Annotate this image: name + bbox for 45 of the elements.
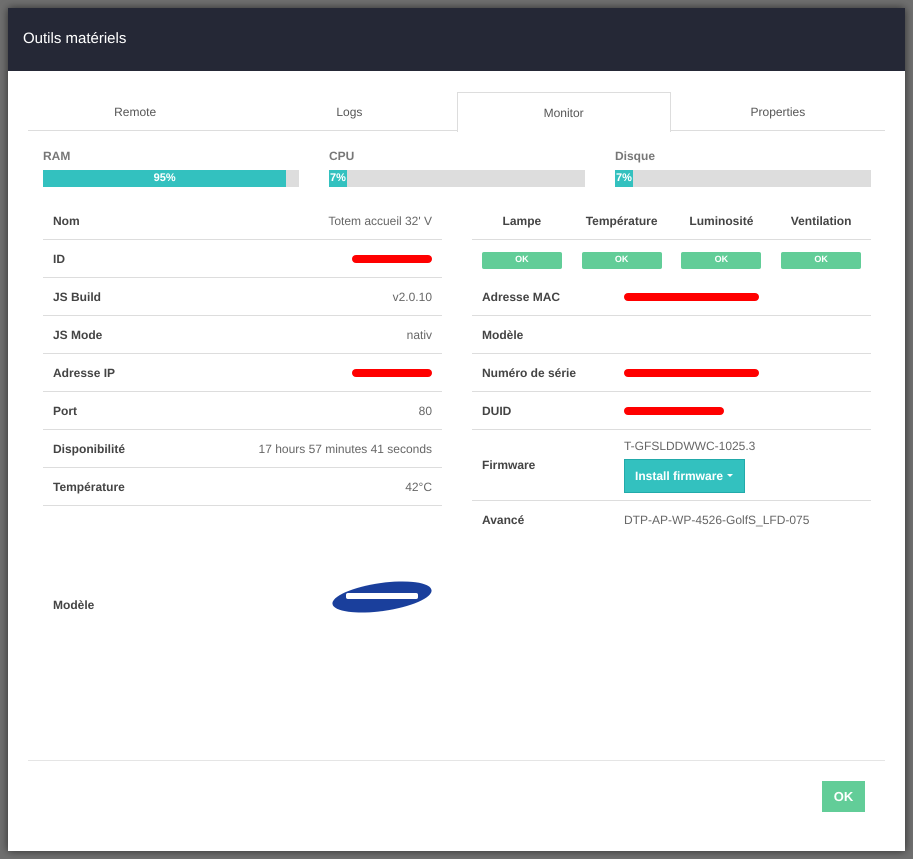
- status-button[interactable]: OK: [582, 252, 662, 269]
- column-header: Lampe: [502, 214, 542, 228]
- brand-logo-icon: [332, 580, 432, 614]
- column-header: Ventilation: [790, 214, 852, 228]
- field-value: v2.0.10: [392, 288, 432, 306]
- meter-label: RAM: [43, 148, 72, 165]
- field-value: 42°C: [405, 478, 432, 496]
- field-label: DUID: [482, 402, 512, 420]
- progress-fill: 7%: [329, 170, 347, 187]
- field-label: Numéro de série: [482, 364, 578, 382]
- field-value: DTP-AP-WP-4526-GolfS_LFD-075: [624, 512, 810, 529]
- field-label: Température: [53, 478, 125, 496]
- field-value: nativ: [406, 326, 432, 344]
- meter-label: Disque: [615, 148, 656, 165]
- field-label: JS Mode: [53, 326, 102, 344]
- install-firmware-button[interactable]: Install firmware: [624, 459, 746, 493]
- status-button[interactable]: OK: [482, 252, 562, 269]
- tab[interactable]: Remote: [28, 92, 242, 131]
- meter-label: CPU: [329, 148, 356, 165]
- field-value: 17 hours 57 minutes 41 seconds: [258, 440, 432, 458]
- tab[interactable]: Properties: [670, 92, 885, 131]
- field-label: Firmware: [482, 457, 536, 474]
- column-header: Luminosité: [689, 214, 754, 228]
- field-label: JS Build: [53, 288, 102, 306]
- field-value: T-GFSLDDWWC-1025.3: [624, 438, 756, 455]
- progress-fill: 7%: [615, 170, 633, 187]
- field-value: 80: [418, 402, 432, 420]
- field-label: Adresse MAC: [482, 288, 562, 306]
- status-button[interactable]: OK: [781, 252, 862, 269]
- tab[interactable]: Monitor: [456, 92, 671, 132]
- tab[interactable]: Logs: [242, 92, 456, 131]
- ok-button[interactable]: OK: [822, 781, 865, 812]
- field-label: Adresse IP: [53, 364, 116, 382]
- field-label: Avancé: [482, 512, 526, 529]
- column-header: Température: [586, 214, 658, 228]
- status-button[interactable]: OK: [681, 252, 762, 269]
- field-value: Totem accueil 32' V: [328, 212, 432, 230]
- field-label: Port: [53, 402, 77, 420]
- modal-title: Outils matériels: [23, 29, 126, 50]
- progress-fill: 95%: [43, 170, 286, 187]
- field-label: Modèle: [53, 597, 94, 614]
- field-label: Nom: [53, 212, 80, 230]
- field-label: Disponibilité: [53, 440, 125, 458]
- field-label: Modèle: [482, 326, 524, 344]
- field-label: ID: [53, 250, 65, 268]
